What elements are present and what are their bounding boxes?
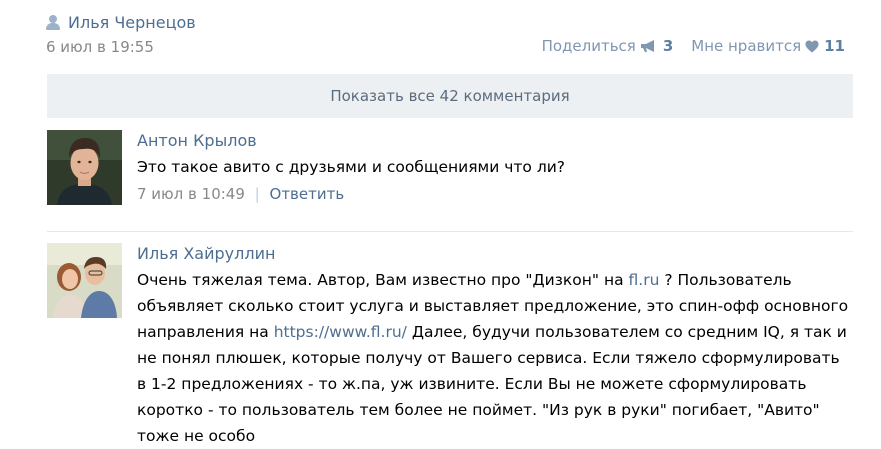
share-count: 3 [662, 37, 674, 55]
reply-link[interactable]: Ответить [270, 185, 345, 203]
post-author-name[interactable]: Илья Чернецов [68, 13, 196, 32]
post-date[interactable]: 6 июл в 19:55 [46, 38, 154, 56]
comment-body: Илья Хайруллин Очень тяжелая тема. Автор… [137, 243, 853, 449]
comment-author[interactable]: Илья Хайруллин [137, 243, 853, 265]
comment-link[interactable]: https://www.fl.ru/ [274, 323, 407, 341]
comment-author[interactable]: Антон Крылов [137, 130, 853, 152]
avatar[interactable] [47, 130, 122, 205]
comment-link[interactable]: fl.ru [629, 271, 660, 289]
megaphone-icon [640, 40, 654, 52]
avatar[interactable] [47, 243, 122, 318]
like-count: 11 [824, 37, 845, 55]
comment-meta: 7 июл в 10:49 | Ответить [137, 185, 853, 203]
user-icon [46, 14, 60, 30]
like-button[interactable]: Мне нравится 11 [691, 37, 845, 55]
meta-separator: | [254, 185, 260, 203]
comment: Антон Крылов Это такое авито с друзьями … [47, 130, 853, 210]
comment-text: Это такое авито с друзьями и сообщениями… [137, 158, 566, 176]
comment-body: Антон Крылов Это такое авито с друзьями … [137, 130, 853, 203]
post-actions: Поделиться 3 Мне нравится 11 [542, 37, 845, 55]
post-author[interactable]: Илья Чернецов [46, 11, 196, 33]
comment-text-part: Далее, будучи пользователем со средним I… [137, 323, 847, 445]
comment-text: Очень тяжелая тема. Автор, Вам известно … [137, 267, 853, 449]
like-label: Мне нравится [691, 37, 802, 55]
divider [47, 231, 853, 232]
share-label: Поделиться [541, 37, 636, 55]
comment-date[interactable]: 7 июл в 10:49 [137, 185, 245, 203]
share-button[interactable]: Поделиться 3 [542, 37, 674, 55]
comment-text-part: Очень тяжелая тема. Автор, Вам известно … [137, 271, 629, 289]
show-all-comments-button[interactable]: Показать все 42 комментария [47, 74, 853, 118]
heart-icon [805, 40, 819, 52]
comment: Илья Хайруллин Очень тяжелая тема. Автор… [47, 243, 853, 445]
